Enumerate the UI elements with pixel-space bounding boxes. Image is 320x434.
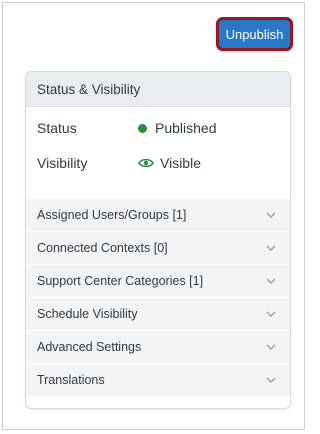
panel-title: Status & Visibility [26,72,290,107]
section-label: Support Center Categories [1] [37,274,204,288]
chevron-down-icon [266,377,276,383]
section-assigned-users-groups[interactable]: Assigned Users/Groups [1] [26,198,290,231]
section-advanced-settings[interactable]: Advanced Settings [26,330,290,363]
chevron-down-icon [266,212,276,218]
unpublish-button[interactable]: Unpublish [216,17,293,51]
visibility-text: Visible [160,155,201,171]
status-label: Status [37,120,77,136]
section-support-center-categories[interactable]: Support Center Categories [1] [26,264,290,297]
visibility-label: Visibility [37,155,88,171]
visibility-value: Visible [138,155,201,171]
section-translations[interactable]: Translations [26,363,290,396]
status-text: Published [155,120,217,136]
section-label: Connected Contexts [0] [37,241,168,255]
section-label: Schedule Visibility [37,307,138,321]
section-connected-contexts[interactable]: Connected Contexts [0] [26,231,290,264]
section-label: Translations [37,373,105,387]
chevron-down-icon [266,245,276,251]
status-block: Status Published Visibility Visible [26,107,290,198]
published-dot-icon [138,123,147,133]
eye-icon [138,157,154,169]
status-visibility-panel: Status & Visibility Status Published Vis… [25,71,291,409]
section-label: Advanced Settings [37,340,142,354]
chevron-down-icon [266,311,276,317]
section-schedule-visibility[interactable]: Schedule Visibility [26,297,290,330]
section-label: Assigned Users/Groups [1] [37,208,187,222]
status-value: Published [138,120,217,136]
chevron-down-icon [266,278,276,284]
chevron-down-icon [266,344,276,350]
